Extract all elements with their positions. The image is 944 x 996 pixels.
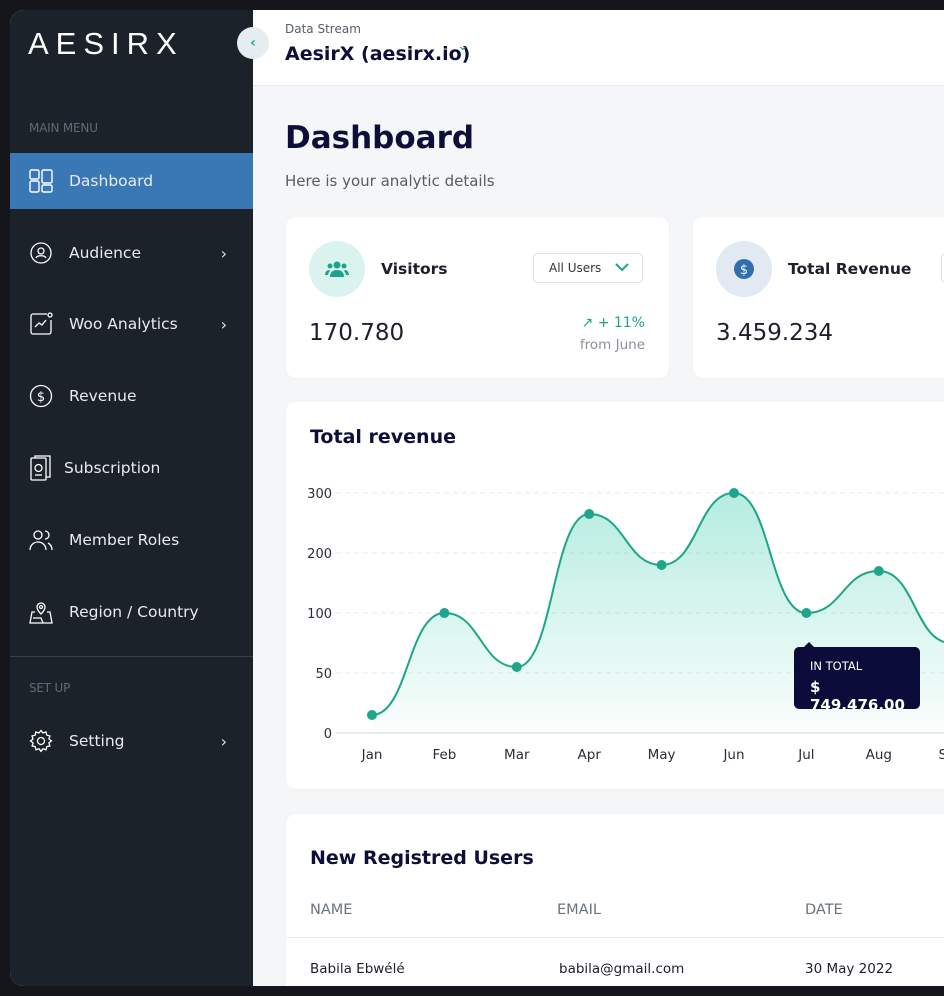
sidebar-item-revenue[interactable]: $ Revenue [10,368,253,424]
trend-up-icon: ↗ [581,315,594,331]
trend-value: + 11% [597,315,645,331]
x-tick-label: Apr [578,747,602,763]
main-menu-label: MAIN MENU [29,121,98,135]
sidebar-item-region-country[interactable]: Region / Country [10,584,253,640]
data-point [367,710,377,720]
chart-tooltip: IN TOTAL $ 749,476.00 [794,642,920,714]
page-title: Dashboard [285,120,475,156]
chevron-left-icon: ‹ [250,35,256,51]
sidebar-item-label: Subscription [64,459,161,477]
column-header-email[interactable]: EMAIL [557,902,601,918]
column-header-name[interactable]: NAME [310,902,352,918]
y-tick-label: 300 [307,487,332,502]
x-tick-label: May [648,747,676,763]
revenue-chart: 0 50 100 200 300 Jan Feb Mar Apr May Jun Jul Aug Sep [307,487,944,763]
data-point [511,662,522,672]
map-pin-icon [28,599,54,625]
sidebar-item-label: Dashboard [69,172,154,190]
y-tick-label: 200 [307,547,332,562]
stat-value: 170.780 [309,320,405,346]
x-tick-label: Jun [722,747,744,763]
total-revenue-card: $ Total Revenue 3.459.234 [693,217,944,378]
new-users-card: New Registred Users NAME EMAIL DATE Babi… [286,814,944,986]
chevron-down-icon [615,261,630,275]
sidebar-item-woo-analytics[interactable]: Woo Analytics › [10,296,253,352]
data-point [873,566,884,576]
x-tick-label: Sep [938,747,944,763]
setup-label: SET UP [29,681,71,695]
y-tick-label: 100 [307,607,332,622]
top-header: Data Stream AesirX (aesirx.io) ⌄ [253,10,944,86]
sidebar: AESIRX MAIN MENU Dashboard Audience › Wo… [10,10,253,986]
y-tick-label: 0 [324,727,332,742]
data-point [584,509,595,519]
app-window: AESIRX MAIN MENU Dashboard Audience › Wo… [10,10,944,986]
stat-value: 3.459.234 [716,320,834,346]
tooltip-label: IN TOTAL [810,659,863,673]
visitors-card: Visitors All Users 170.780 ↗ + 11% from … [286,217,669,378]
chevron-right-icon: › [220,314,227,334]
sidebar-item-subscription[interactable]: Subscription [10,440,253,496]
y-tick-label: 50 [315,667,332,682]
svg-text:$: $ [37,390,45,405]
sidebar-item-label: Audience [69,244,141,262]
data-point [439,608,450,618]
stat-label: Total Revenue [788,260,912,278]
data-stream-label: Data Stream [285,22,361,36]
x-tick-label: Aug [866,747,892,763]
user-filter-dropdown[interactable]: All Users [533,253,643,283]
sidebar-divider [10,656,253,657]
chevron-right-icon: › [220,243,227,263]
sidebar-item-label: Revenue [69,387,137,405]
dollar-circle-icon: $ [716,241,772,297]
sidebar-item-member-roles[interactable]: Member Roles [10,512,253,568]
subscription-icon [28,455,54,481]
sidebar-item-label: Region / Country [69,603,199,621]
sidebar-item-label: Member Roles [69,531,180,549]
logo: AESIRX [28,26,184,61]
tooltip-value: $ 749,476.00 [810,678,905,714]
data-point [729,488,739,498]
trend-period: from June [579,337,645,353]
gear-icon [28,728,54,754]
filter-value: All Users [549,261,602,275]
page-subtitle: Here is your analytic details [285,172,495,190]
sidebar-item-dashboard[interactable]: Dashboard [10,153,253,209]
sidebar-item-label: Setting [69,732,125,750]
analytics-chart-icon [28,311,54,337]
column-header-date[interactable]: DATE [805,902,843,918]
table-title: New Registred Users [310,847,534,869]
cell-email: babila@gmail.com [559,961,685,977]
audience-icon [28,240,54,266]
data-point [801,608,812,618]
sidebar-item-setting[interactable]: Setting › [10,713,253,769]
x-tick-label: Jan [361,747,383,763]
stat-label: Visitors [381,260,448,278]
revenue-chart-card: Total revenue 0 50 100 200 300 Jan Feb Mar Apr Ma… [286,402,944,789]
dashboard-grid-icon [28,168,54,194]
table-divider [286,937,944,938]
collapse-sidebar-button[interactable]: ‹ [237,27,269,59]
data-stream-select[interactable]: AesirX (aesirx.io) [285,43,470,65]
cell-name: Babila Ebwélé [310,961,405,977]
svg-text:$: $ [740,263,748,278]
users-icon [309,241,365,297]
sidebar-item-label: Woo Analytics [69,315,178,333]
users-icon [28,527,54,553]
trend-indicator: ↗ + 11% [582,315,646,331]
x-tick-label: Feb [432,747,456,763]
data-point [656,560,667,570]
chevron-down-icon[interactable]: ⌄ [457,38,469,54]
x-tick-label: Mar [504,747,530,763]
sidebar-item-audience[interactable]: Audience › [10,225,253,281]
cell-date: 30 May 2022 [805,961,894,977]
x-tick-label: Jul [797,747,814,763]
dollar-circle-icon: $ [28,383,54,409]
chevron-right-icon: › [220,731,227,751]
